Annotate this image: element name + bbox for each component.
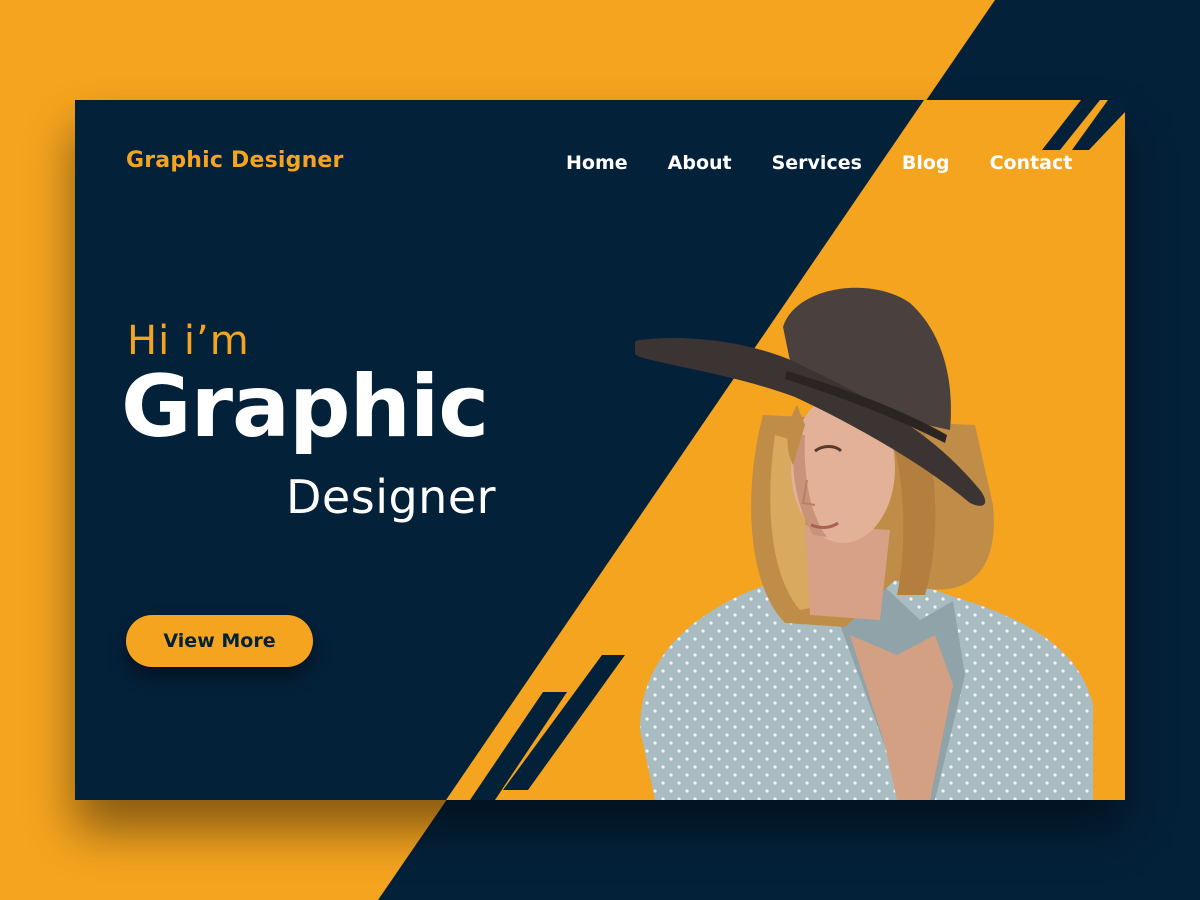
nav-services[interactable]: Services	[772, 152, 862, 174]
nav-blog[interactable]: Blog	[902, 152, 950, 174]
view-more-button[interactable]: View More	[126, 615, 313, 667]
hero-subtitle: Designer	[286, 470, 497, 524]
hero-card: Graphic Designer Home About Services Blo…	[75, 100, 1125, 800]
hero-title: Graphic	[121, 357, 489, 457]
nav-home[interactable]: Home	[566, 152, 628, 174]
nav-contact[interactable]: Contact	[990, 152, 1073, 174]
main-nav: Home About Services Blog Contact	[566, 152, 1072, 174]
portrait-image	[635, 287, 1093, 800]
site-logo[interactable]: Graphic Designer	[126, 148, 344, 173]
nav-about[interactable]: About	[668, 152, 732, 174]
